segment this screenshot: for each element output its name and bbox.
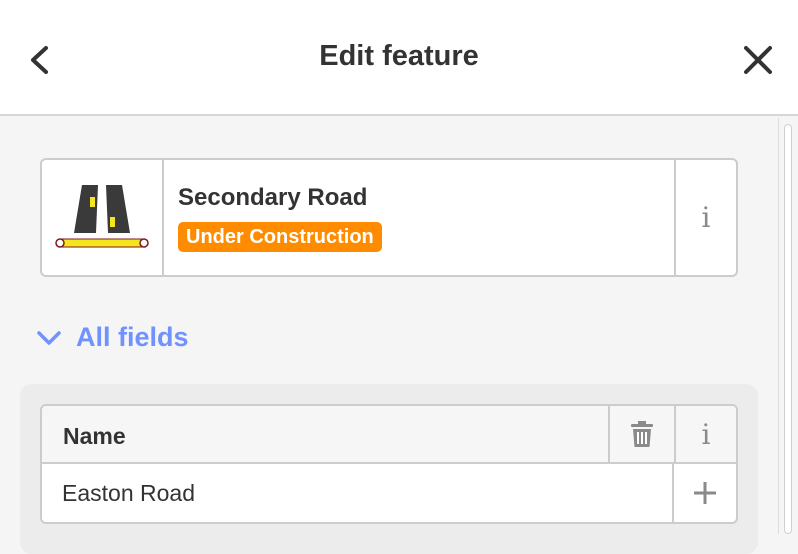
preset-label[interactable]: Secondary Road Under Construction — [164, 160, 674, 275]
field-label-row: Name i — [42, 406, 736, 464]
name-field: Name i — [40, 404, 738, 524]
all-fields-toggle[interactable]: All fields — [36, 322, 189, 353]
close-button[interactable] — [738, 40, 778, 80]
road-icon — [55, 184, 149, 248]
status-badge: Under Construction — [178, 222, 382, 252]
trash-icon — [631, 421, 653, 447]
name-input[interactable] — [42, 464, 674, 522]
plus-icon — [694, 482, 716, 504]
field-label: Name — [63, 423, 126, 449]
all-fields-label: All fields — [76, 322, 189, 352]
close-icon — [744, 46, 772, 74]
preset-info-button[interactable]: i — [674, 160, 736, 275]
preset-name: Secondary Road — [178, 184, 368, 211]
add-localized-name-button[interactable] — [672, 464, 736, 522]
top-bar: Edit feature — [0, 0, 798, 116]
scrollbar[interactable] — [778, 118, 798, 534]
preset-card: Secondary Road Under Construction i — [40, 158, 738, 277]
page-title: Edit feature — [319, 40, 479, 72]
chevron-down-icon — [37, 330, 61, 345]
remove-field-button[interactable] — [608, 406, 674, 462]
field-info-button[interactable]: i — [674, 406, 736, 462]
scrollbar-thumb[interactable] — [784, 124, 792, 534]
preset-icon-button[interactable] — [42, 160, 164, 275]
